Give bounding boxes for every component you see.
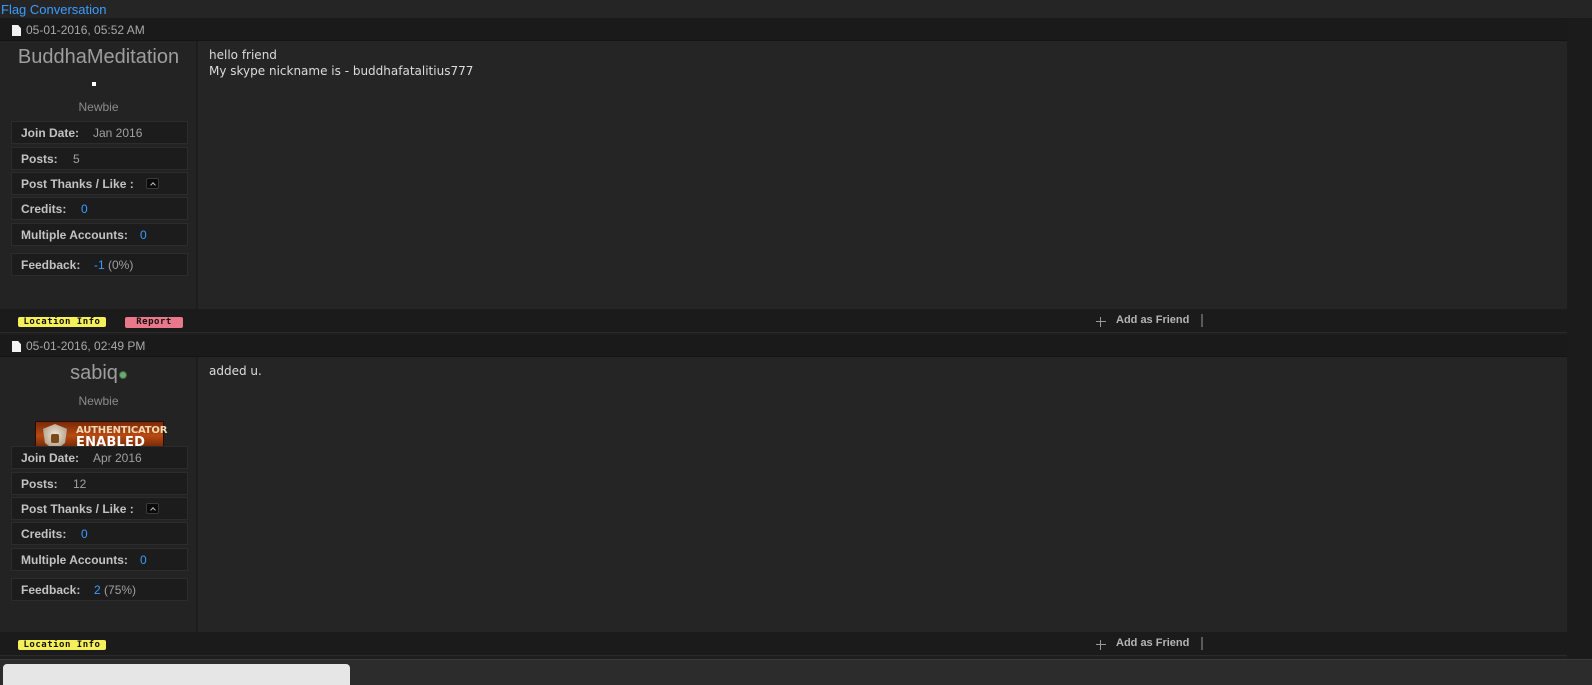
location-info-button[interactable]: Location Info [18,640,106,650]
document-icon [12,341,21,352]
add-as-friend-link[interactable]: Add as Friend [1116,314,1189,326]
location-info-button[interactable]: Location Info [18,317,106,327]
add-as-friend-link[interactable]: Add as Friend [1116,637,1189,649]
credits-label: Credits: [21,202,67,216]
post-header: 05-01-2016, 02:49 PM [0,335,1567,357]
message-line: added u. [209,364,262,378]
multiple-accounts-label: Multiple Accounts: [21,228,128,242]
thanks-box: Post Thanks / Like : [11,172,188,195]
document-icon [12,25,21,36]
feedback-value: 2 (75%) [94,583,136,597]
user-info-panel: sabiq Newbie AUTHENTICATOR ENABLED Join … [0,357,197,632]
thanks-box: Post Thanks / Like : [11,497,188,520]
post-footer: Location Info Add as Friend [0,632,1567,656]
multiple-accounts-value-link[interactable]: 0 [140,228,147,242]
feedback-percent: (0%) [108,258,134,272]
feedback-score-link[interactable]: 2 [94,583,101,597]
multiple-accounts-box: Multiple Accounts: 0 [11,548,188,571]
post-header: 05-01-2016, 05:52 AM [0,19,1567,41]
feedback-label: Feedback: [21,583,81,597]
join-date-box: Join Date: Jan 2016 [11,121,188,144]
join-date-label: Join Date: [21,126,80,140]
credits-box: Credits: 0 [11,522,188,545]
feedback-score-link[interactable]: -1 [94,258,105,272]
right-edge-panel [1567,19,1592,659]
join-date-value: Apr 2016 [93,451,142,465]
post-message: added u. [209,363,262,379]
post-body: added u. [198,357,1567,632]
footer-separator [1201,314,1203,327]
flag-conversation-link[interactable]: Flag Conversation [1,2,107,17]
username-link[interactable]: sabiq [0,362,197,385]
posts-box: Posts: 5 [11,147,188,170]
multiple-accounts-box: Multiple Accounts: 0 [11,223,188,246]
footer-separator [1201,637,1203,650]
post-footer: Location Info Report Add as Friend [0,309,1567,333]
feedback-box: Feedback: -1 (0%) [11,253,188,276]
posts-value: 12 [73,477,87,491]
credits-label: Credits: [21,527,67,541]
scrollbar-thumb[interactable] [3,664,350,685]
posts-value: 5 [73,152,80,166]
feedback-value: -1 (0%) [94,258,133,272]
top-bar: Flag Conversation [0,0,1592,19]
post-2: 05-01-2016, 02:49 PM sabiq Newbie AUTHEN… [0,335,1567,659]
online-status-icon [118,371,127,379]
multiple-accounts-value-link[interactable]: 0 [140,553,147,567]
status-indicator-icon [92,82,96,86]
posts-label: Posts: [21,477,58,491]
user-title: Newbie [78,394,119,408]
posts-label: Posts: [21,152,58,166]
join-date-value: Jan 2016 [93,126,143,140]
page: Flag Conversation 05-01-2016, 05:52 AM B… [0,0,1592,685]
username-text: sabiq [70,362,118,384]
plus-icon[interactable] [1096,317,1106,327]
thanks-label: Post Thanks / Like : [21,177,134,191]
feedback-percent: (75%) [104,583,137,597]
post-body: hello friend My skype nickname is - budd… [198,41,1567,309]
credits-value-link[interactable]: 0 [81,202,88,216]
thanks-label: Post Thanks / Like : [21,502,134,516]
plus-icon[interactable] [1096,640,1106,650]
credits-value-link[interactable]: 0 [81,527,88,541]
user-title: Newbie [78,100,119,114]
credits-box: Credits: 0 [11,197,188,220]
user-info-panel: BuddhaMeditation Newbie Join Date: Jan 2… [0,41,197,309]
thanks-toggle-icon[interactable] [146,503,159,514]
report-button[interactable]: Report [125,317,183,328]
join-date-box: Join Date: Apr 2016 [11,446,188,469]
feedback-box: Feedback: 2 (75%) [11,578,188,601]
post-1: 05-01-2016, 05:52 AM BuddhaMeditation Ne… [0,19,1567,334]
post-message: hello friend My skype nickname is - budd… [209,47,473,79]
username-link[interactable]: BuddhaMeditation [0,46,197,69]
feedback-label: Feedback: [21,258,81,272]
post-date: 05-01-2016, 05:52 AM [26,23,145,37]
join-date-label: Join Date: [21,451,80,465]
thanks-toggle-icon[interactable] [146,178,159,189]
message-line: hello friend [209,48,277,62]
message-line: My skype nickname is - buddhafatalitius7… [209,64,474,78]
post-date: 05-01-2016, 02:49 PM [26,339,146,353]
horizontal-scrollbar[interactable] [0,659,1592,685]
posts-box: Posts: 12 [11,472,188,495]
multiple-accounts-label: Multiple Accounts: [21,553,128,567]
